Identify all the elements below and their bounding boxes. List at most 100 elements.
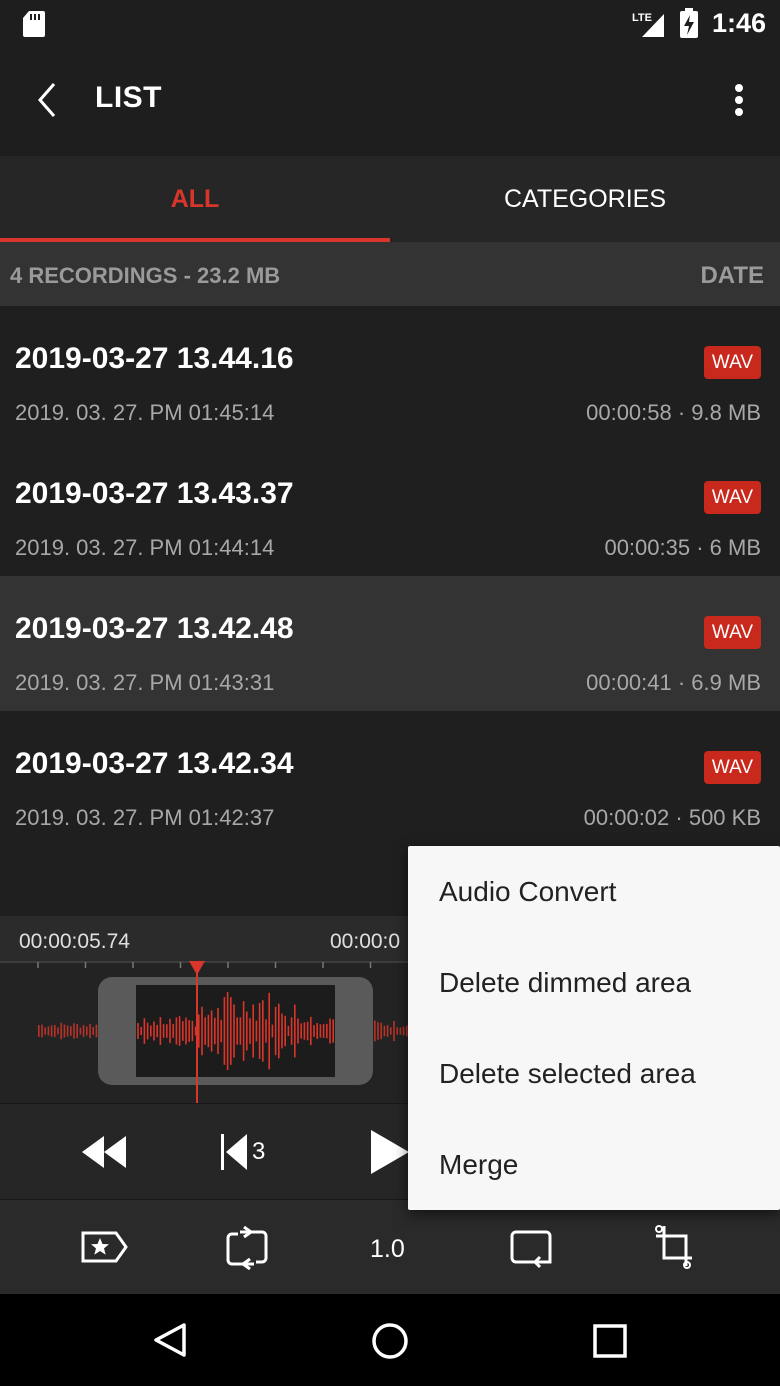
timeline-label-start: 00:00:05.74 (19, 930, 130, 953)
list-item[interactable]: 2019-03-27 13.44.16 WAV 2019. 03. 27. PM… (0, 306, 780, 441)
waveform-bar (294, 1004, 296, 1058)
waveform-bar (310, 1016, 312, 1046)
trim-icon[interactable] (508, 1226, 556, 1270)
waveform-bar (268, 992, 270, 1070)
waveform-bar (86, 1026, 88, 1036)
waveform-bar (178, 1016, 181, 1046)
waveform-bar (95, 1024, 98, 1038)
waveform-bar (393, 1020, 395, 1042)
waveform-bar (230, 997, 232, 1065)
waveform-bar (210, 1010, 213, 1052)
waveform-bar (274, 1006, 277, 1056)
format-badge: WAV (704, 616, 761, 649)
more-vert-icon[interactable] (724, 78, 754, 122)
menu-item-delete-dimmed-area[interactable]: Delete dimmed area (408, 937, 780, 1028)
overflow-menu: Audio Convert Delete dimmed area Delete … (408, 846, 780, 1210)
waveform-bar (306, 1021, 309, 1041)
list-item[interactable]: 2019-03-27 13.42.34 WAV 2019. 03. 27. PM… (0, 711, 780, 846)
nav-back-icon[interactable] (152, 1322, 188, 1358)
status-bar: LTE 1:46 (0, 0, 780, 48)
waveform-bar (246, 1011, 248, 1051)
waveform-bar (198, 1014, 200, 1048)
waveform-bar (313, 1025, 315, 1037)
list-summary: 4 RECORDINGS - 23.2 MB DATE (0, 242, 780, 306)
waveform-bar (82, 1025, 85, 1037)
play-icon[interactable] (369, 1128, 409, 1176)
waveform-bar (92, 1027, 94, 1035)
waveform-bar (156, 1024, 158, 1038)
waveform-bar (262, 1000, 264, 1062)
menu-item-audio-convert[interactable]: Audio Convert (408, 846, 780, 937)
waveform-bar (258, 1002, 261, 1060)
recording-date: 2019. 03. 27. PM 01:45:14 (15, 400, 275, 425)
waveform-bar (383, 1025, 386, 1037)
waveform-bar (326, 1023, 328, 1039)
edit-toolbar: 1.0 (0, 1199, 780, 1294)
waveform-bar (175, 1017, 178, 1045)
crop-icon[interactable] (654, 1224, 696, 1270)
recordings-list: 2019-03-27 13.44.16 WAV 2019. 03. 27. PM… (0, 306, 780, 846)
waveform-bar (249, 1018, 251, 1044)
tag-star-icon[interactable] (80, 1230, 128, 1264)
signal-icon: LTE (632, 12, 664, 37)
tab-bar: ALL CATEGORIES (0, 156, 780, 242)
rewind-icon[interactable] (80, 1134, 128, 1170)
nav-home-icon[interactable] (371, 1322, 409, 1360)
waveform-bar (377, 1022, 379, 1040)
waveform-bar (252, 1004, 254, 1058)
waveform-bar (303, 1022, 306, 1040)
menu-item-delete-selected-area[interactable]: Delete selected area (408, 1028, 780, 1119)
app-bar: LIST (0, 48, 780, 156)
waveform-bar (223, 997, 226, 1065)
tab-all[interactable]: ALL (0, 156, 390, 242)
nav-recents-icon[interactable] (593, 1324, 627, 1358)
format-badge: WAV (704, 751, 761, 784)
waveform-bar (172, 1024, 174, 1038)
recordings-count: 4 RECORDINGS - 23.2 MB (10, 263, 281, 288)
waveform-bar (66, 1025, 69, 1037)
repeat-icon[interactable] (224, 1226, 270, 1270)
recording-meta: 00:00:58 · 9.8 MB (586, 400, 761, 425)
waveform-bar (201, 1006, 203, 1056)
waveform-bar (146, 1022, 149, 1040)
sort-button[interactable]: DATE (700, 262, 764, 290)
waveform-bar (143, 1018, 146, 1044)
recording-date: 2019. 03. 27. PM 01:44:14 (15, 535, 275, 560)
waveform-bar (150, 1025, 152, 1037)
waveform-bar (217, 1007, 219, 1055)
waveform-bar (137, 1023, 139, 1039)
skip-back-icon[interactable] (220, 1132, 250, 1172)
tab-all-label: ALL (170, 184, 220, 213)
recording-meta: 00:00:41 · 6.9 MB (586, 670, 761, 695)
tab-categories[interactable]: CATEGORIES (390, 156, 780, 242)
system-nav-bar (0, 1294, 780, 1386)
clock: 1:46 (712, 8, 767, 38)
recording-name: 2019-03-27 13.43.37 (15, 477, 294, 510)
waveform-bar (322, 1024, 325, 1038)
waveform-bar (50, 1025, 53, 1037)
recording-date: 2019. 03. 27. PM 01:43:31 (15, 670, 275, 695)
waveform-bar (290, 1017, 293, 1045)
waveform-bar (41, 1024, 43, 1038)
menu-item-merge[interactable]: Merge (408, 1119, 780, 1210)
list-item-selected[interactable]: 2019-03-27 13.42.48 WAV 2019. 03. 27. PM… (0, 576, 780, 711)
waveform-bar (47, 1026, 50, 1036)
waveform-bar (159, 1017, 162, 1045)
timeline-label-next: 00:00:0 (330, 930, 401, 953)
waveform-bar (153, 1021, 155, 1041)
back-arrow-icon[interactable] (26, 78, 70, 122)
page-title: LIST (95, 81, 162, 114)
battery-charging-icon (680, 8, 698, 38)
waveform-bar (271, 1024, 274, 1038)
waveform-bar (70, 1026, 72, 1036)
speed-button[interactable]: 1.0 (370, 1235, 405, 1264)
waveform-bar (191, 1020, 194, 1042)
waveform-bar (226, 991, 229, 1071)
waveform-bar (265, 1019, 267, 1043)
waveform-bar (89, 1023, 91, 1039)
skip-seconds: 3 (252, 1138, 266, 1165)
list-item[interactable]: 2019-03-27 13.43.37 WAV 2019. 03. 27. PM… (0, 441, 780, 576)
waveform-bar (402, 1026, 405, 1036)
waveform-bar (255, 1020, 258, 1042)
waveform-bar (329, 1018, 331, 1044)
